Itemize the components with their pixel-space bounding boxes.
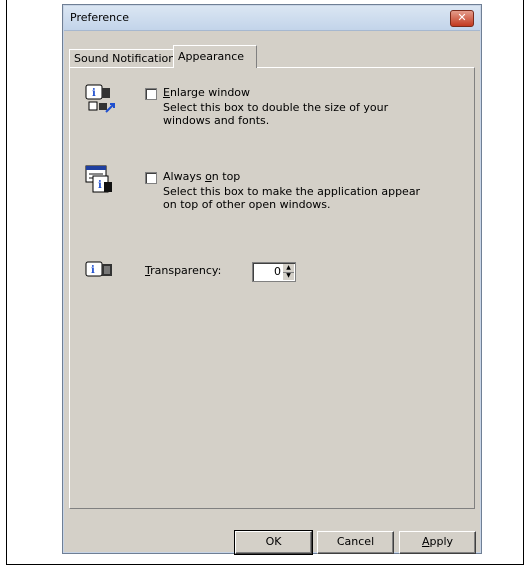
apply-mnemonic: A	[421, 535, 430, 548]
preference-dialog: Preference ✕ Sound Notification Appearan…	[62, 4, 482, 555]
spinner-arrows: ▲ ▼	[283, 264, 294, 280]
always-on-top-description: Select this box to make the application …	[163, 185, 421, 211]
enlarge-window-checkbox[interactable]	[145, 88, 157, 100]
tab-label: Appearance	[178, 50, 245, 63]
tab-label: Sound Notification	[74, 52, 176, 65]
enlarge-window-icon: i	[84, 82, 116, 114]
enlarge-window-label[interactable]: Enlarge window	[163, 86, 250, 99]
always-on-top-checkbox[interactable]	[145, 172, 157, 184]
svg-text:i: i	[92, 88, 96, 99]
transparency-spinner[interactable]: 0 ▲ ▼	[252, 262, 296, 282]
ok-label: OK	[265, 535, 282, 548]
enlarge-window-description: Select this box to double the size of yo…	[163, 101, 389, 127]
svg-text:i: i	[91, 265, 95, 276]
apply-label: pply	[429, 535, 454, 548]
window-title: Preference	[70, 11, 129, 24]
always-on-top-icon: i	[84, 164, 116, 196]
appearance-panel: i Enlarge window Select this box to doub…	[69, 67, 475, 509]
svg-text:i: i	[98, 180, 102, 191]
ok-button[interactable]: OK	[234, 530, 313, 555]
close-button[interactable]: ✕	[450, 10, 474, 27]
transparency-value: 0	[274, 265, 281, 278]
close-icon: ✕	[457, 11, 467, 24]
title-bar[interactable]: Preference ✕	[64, 6, 480, 31]
always-on-top-label[interactable]: Always on top	[163, 170, 240, 183]
apply-button[interactable]: Apply	[399, 531, 476, 554]
cancel-button[interactable]: Cancel	[317, 531, 394, 554]
cancel-label: Cancel	[336, 535, 375, 548]
tab-appearance[interactable]: Appearance	[173, 45, 257, 68]
transparency-label: Transparency:	[145, 264, 222, 277]
transparency-icon: i	[84, 256, 116, 288]
spin-down-icon[interactable]: ▼	[283, 272, 294, 280]
dialog-content: Sound Notification Appearance i Enlarge …	[69, 37, 475, 509]
tab-sound-notification[interactable]: Sound Notification	[69, 49, 179, 68]
